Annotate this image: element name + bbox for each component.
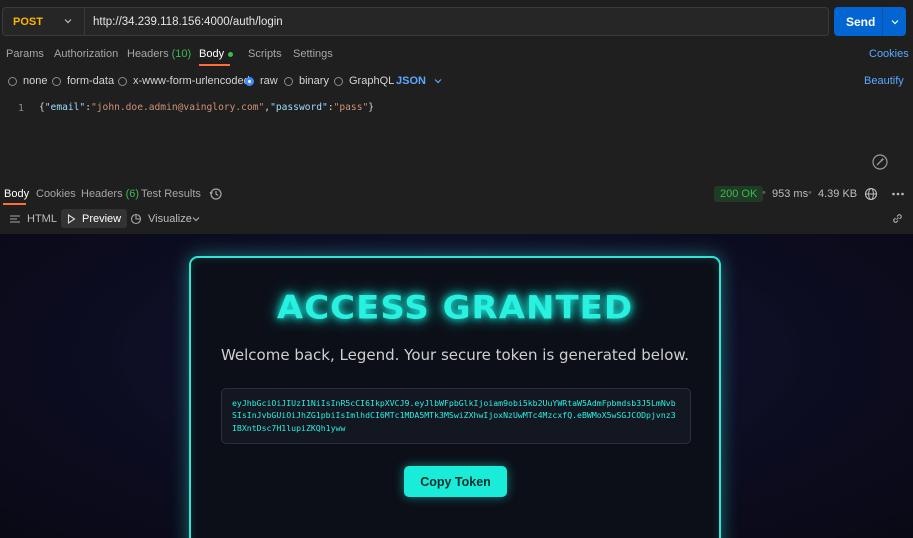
res-tab-test-results[interactable]: Test Results [141,188,201,200]
radio-urlencoded-label: x-www-form-urlencoded [133,75,250,87]
send-label: Send [846,14,876,29]
chevron-down-icon[interactable] [891,18,899,26]
view-preview-button[interactable]: Preview [61,209,128,228]
view-visualize-button[interactable]: Visualize [124,209,198,228]
radio-raw[interactable]: raw [245,75,278,87]
radio-form-data-label: form-data [67,75,115,87]
request-url-bar: POST http://34.239.118.156:4000/auth/log… [0,7,913,36]
radio-urlencoded[interactable]: x-www-form-urlencoded [118,75,250,87]
play-icon [67,213,76,224]
visualize-icon [130,213,142,224]
response-size: 4.39 KB [818,188,858,200]
access-granted-title: ACCESS GRANTED [276,289,634,327]
magic-wand-icon[interactable] [871,153,889,171]
history-icon[interactable] [209,187,223,201]
method-label: POST [13,15,43,28]
globe-icon[interactable] [864,187,878,201]
code-value-email: "john.doe.admin@vainglory.com" [91,102,265,113]
code-key-email: "email" [44,102,86,113]
url-input[interactable]: http://34.239.118.156:4000/auth/login [84,7,829,36]
body-editor[interactable]: 1 {"email":"john.doe.admin@vainglory.com… [0,98,913,176]
radio-none[interactable]: none [8,75,47,87]
meta-separator: • [762,187,766,199]
radio-circle [8,76,17,86]
request-tabs: Params Authorization Headers (10) Body S… [0,44,913,66]
tab-authorization[interactable]: Authorization [54,48,118,60]
radio-circle [334,76,343,86]
radio-graphql[interactable]: GraphQL [334,75,394,87]
code-key-password: "password" [270,102,328,113]
tab-headers[interactable]: Headers (10) [127,48,191,60]
line-number: 1 [18,103,25,114]
radio-form-data[interactable]: form-data [52,75,114,87]
res-tab-headers-label: Headers [81,188,123,200]
tab-settings[interactable]: Settings [293,48,333,60]
code-value-password: "pass" [333,102,369,113]
response-preview: ACCESS GRANTED Welcome back, Legend. You… [0,234,913,538]
copy-token-button[interactable]: Copy Token [404,466,507,497]
radio-binary[interactable]: binary [284,75,329,87]
response-time: 953 ms [772,188,809,200]
meta-separator: • [808,187,812,199]
token-text: eyJhbGciOiJIUzI1NiIsInR5cCI6IkpXVCJ9.eyJ… [232,398,676,433]
radio-circle [118,76,127,86]
tab-headers-label: Headers [127,48,169,60]
chevron-down-icon[interactable] [192,215,200,223]
radio-none-label: none [23,75,48,87]
send-divider [882,7,883,36]
headers-count: (10) [171,48,192,60]
radio-circle [284,76,293,86]
format-select[interactable]: JSON [396,75,442,87]
radio-graphql-label: GraphQL [349,75,395,87]
beautify-link[interactable]: Beautify [864,75,904,87]
view-html-button[interactable]: HTML [3,209,63,228]
tab-body[interactable]: Body [199,48,234,60]
res-headers-count: (6) [125,188,140,200]
chevron-down-icon [434,79,442,84]
view-mode-bar: HTML Preview Visualize [0,209,913,229]
radio-raw-label: raw [260,75,278,87]
code-brace-close: } [368,102,375,113]
code-line[interactable]: {"email":"john.doe.admin@vainglory.com",… [39,102,374,113]
link-icon[interactable] [891,212,904,225]
method-select[interactable]: POST [2,7,84,36]
radio-circle-selected [245,76,254,86]
tab-scripts[interactable]: Scripts [248,48,282,60]
active-res-tab-underline [3,203,26,205]
access-card: ACCESS GRANTED Welcome back, Legend. You… [189,256,721,538]
body-modified-dot [228,51,234,57]
res-tab-headers[interactable]: Headers (6) [81,188,139,200]
send-button[interactable]: Send [834,7,906,36]
view-preview-label: Preview [82,212,122,225]
cookies-link[interactable]: Cookies [869,48,909,60]
status-badge: 200 OK [714,186,764,202]
welcome-message: Welcome back, Legend. Your secure token … [220,346,690,364]
more-options-icon[interactable] [891,189,905,199]
radio-circle [52,76,61,86]
code-brackets-icon [10,214,20,223]
active-tab-underline [199,64,230,66]
response-tabs: Body Cookies Headers (6) Test Results 20… [0,184,913,206]
view-html-label: HTML [27,212,57,225]
radio-binary-label: binary [299,75,329,87]
token-box: eyJhbGciOiJIUzI1NiIsInR5cCI6IkpXVCJ9.eyJ… [221,388,691,444]
tab-params[interactable]: Params [6,48,44,60]
chevron-down-icon [64,19,72,24]
format-label: JSON [396,75,426,87]
tab-body-label: Body [199,48,225,60]
view-visualize-label: Visualize [148,212,192,225]
res-tab-cookies[interactable]: Cookies [36,188,76,200]
res-tab-body[interactable]: Body [4,188,29,200]
body-type-selector: none form-data x-www-form-urlencoded raw… [0,72,913,90]
